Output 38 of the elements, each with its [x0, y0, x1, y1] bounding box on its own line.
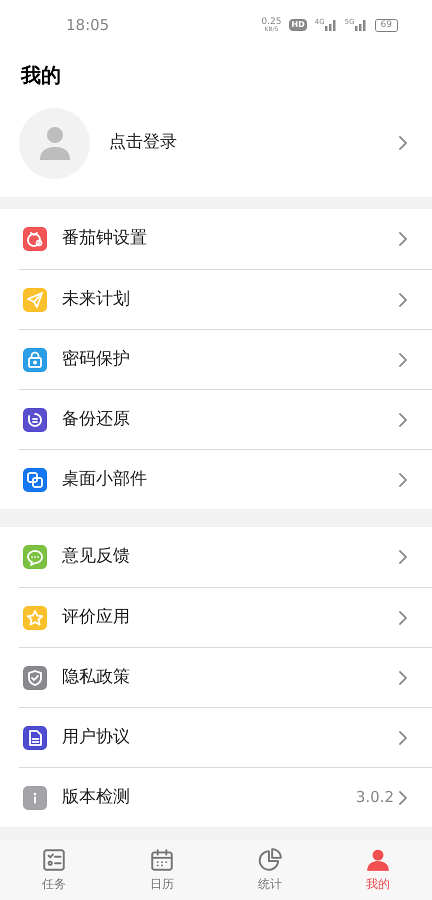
settings-row[interactable]: 备份还原: [19, 390, 432, 449]
hd-badge: HD: [289, 19, 307, 31]
settings-row[interactable]: 用户协议: [19, 708, 432, 767]
chevron-right-icon: [398, 730, 408, 746]
pie-chart-icon: [257, 847, 283, 873]
chevron-right-icon: [398, 610, 408, 626]
login-row[interactable]: 点击登录: [0, 107, 432, 179]
chevron-right-icon: [398, 790, 408, 806]
chevron-right-icon: [398, 352, 408, 368]
tab[interactable]: 任务: [0, 840, 108, 900]
version-text: 3.0.2: [356, 787, 394, 808]
settings-row[interactable]: 隐私政策: [19, 648, 432, 707]
chevron-right-icon: [398, 412, 408, 428]
settings-row[interactable]: 密码保护: [19, 330, 432, 389]
user-icon: [365, 847, 391, 873]
settings-row[interactable]: 桌面小部件: [19, 450, 432, 509]
settings-row[interactable]: 评价应用: [19, 588, 432, 647]
chevron-right-icon: [398, 292, 408, 308]
page-title: 我的: [20, 62, 62, 89]
battery-level: 69: [374, 18, 398, 32]
checklist-icon: [41, 847, 67, 873]
chevron-right-icon: [398, 549, 408, 565]
calendar-icon: [149, 847, 175, 873]
settings-row[interactable]: 意见反馈: [19, 527, 432, 587]
settings-row[interactable]: 未来计划: [19, 270, 432, 329]
chevron-right-icon: [398, 670, 408, 686]
status-time: 18:05: [66, 14, 110, 36]
tab[interactable]: 统计: [216, 840, 324, 900]
signal-icon: [324, 20, 337, 30]
settings-row[interactable]: 番茄钟设置: [19, 209, 432, 269]
settings-row[interactable]: 版本检测 3.0.2: [19, 768, 432, 827]
tab[interactable]: 日历: [108, 840, 216, 900]
chevron-right-icon: [398, 231, 408, 247]
user-icon: [40, 126, 70, 160]
network-speed: 0.25: [261, 18, 282, 26]
chevron-right-icon: [398, 472, 408, 488]
chevron-right-icon: [398, 135, 408, 151]
signal-icon: [354, 20, 367, 30]
